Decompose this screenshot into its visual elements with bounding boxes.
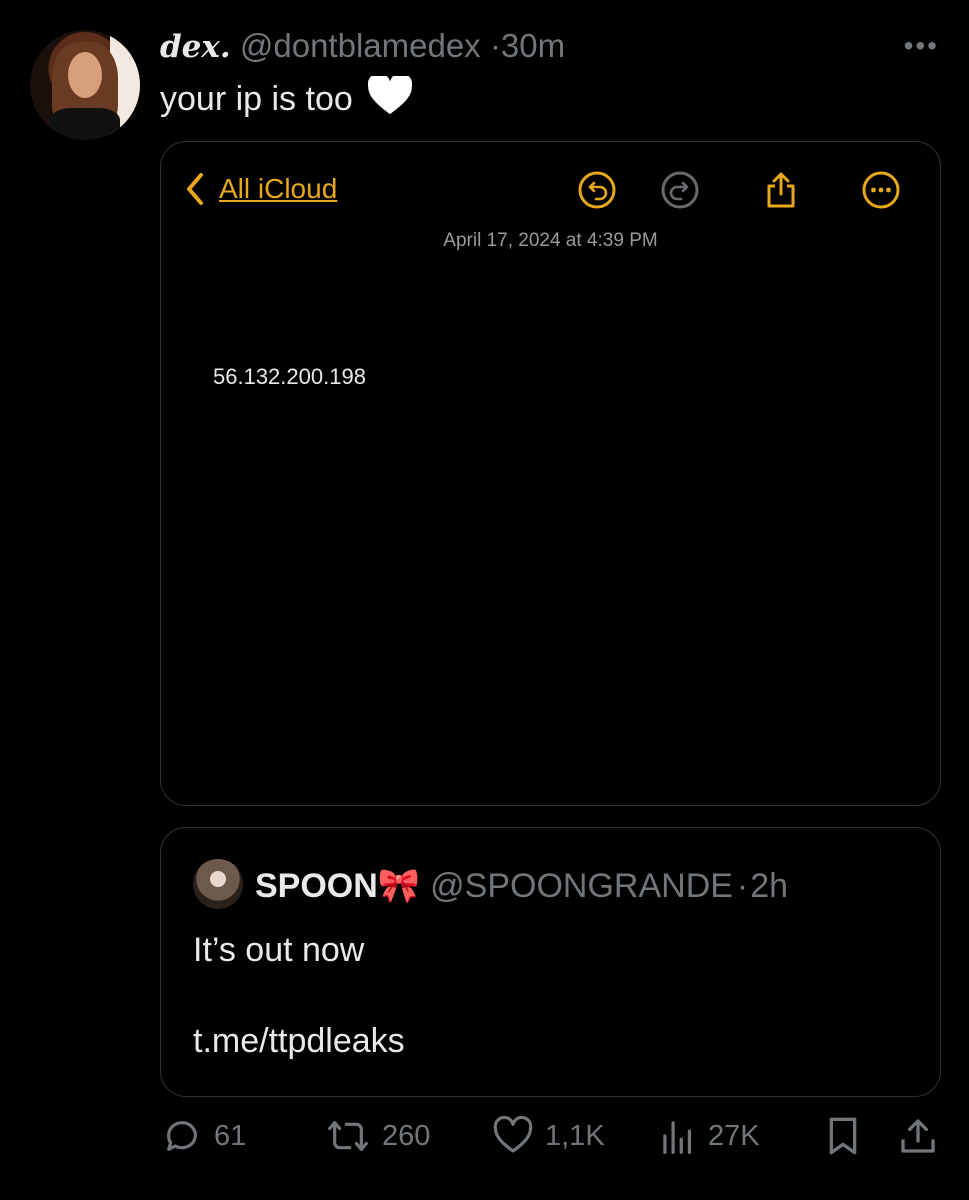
back-label: All iCloud: [219, 173, 338, 204]
tweet-header: dex. @dontblamedex ·30m: [160, 26, 565, 67]
bookmark-icon: [829, 1117, 857, 1155]
more-options-icon[interactable]: •••: [904, 30, 939, 62]
views-button[interactable]: 27K: [660, 1116, 760, 1156]
share-icon: [901, 1119, 935, 1153]
view-count: 27K: [708, 1119, 760, 1152]
bookmark-button[interactable]: [825, 1116, 873, 1156]
quoted-time: 2h: [750, 867, 789, 905]
note-date: April 17, 2024 at 4:39 PM: [443, 230, 658, 251]
retweet-count: 260: [382, 1119, 431, 1152]
heart-icon: [493, 1116, 533, 1153]
like-button[interactable]: 1,1K: [493, 1116, 605, 1156]
share-icon[interactable]: [761, 170, 801, 210]
quoted-header: SPOON🎀 @SPOONGRANDE ·2h: [255, 866, 788, 906]
quoted-display-name: SPOON🎀: [255, 867, 421, 905]
tweet-time[interactable]: 30m: [501, 27, 565, 64]
note-text: 56.132.200.198: [213, 364, 366, 389]
reply-icon: [167, 1121, 197, 1151]
quoted-tweet[interactable]: SPOON🎀 @SPOONGRANDE ·2h It’s out now t.me/…: [160, 827, 941, 1097]
display-name[interactable]: dex.: [160, 29, 231, 65]
media-image[interactable]: All iCloud April 17, 2024 at 4:39 PM 56.…: [160, 141, 941, 806]
more-circle-icon[interactable]: [861, 170, 901, 210]
white-heart-icon: [368, 72, 413, 127]
share-button[interactable]: [898, 1116, 950, 1156]
quoted-link[interactable]: t.me/ttpdleaks: [193, 1022, 405, 1061]
reply-button[interactable]: 61: [162, 1116, 246, 1156]
retweet-icon: [328, 1121, 368, 1151]
user-handle[interactable]: @dontblamedex: [240, 27, 481, 64]
reply-count: 61: [214, 1119, 247, 1152]
avatar[interactable]: [30, 30, 140, 140]
tweet-body: your ip is too: [160, 80, 353, 118]
quoted-avatar[interactable]: [193, 859, 243, 909]
separator: ·: [489, 27, 501, 64]
chevron-left-icon: [187, 173, 203, 205]
quoted-handle: @SPOONGRANDE: [430, 867, 733, 905]
views-icon: [663, 1121, 692, 1154]
quoted-separator: ·: [736, 867, 749, 905]
back-button[interactable]: All iCloud: [185, 172, 337, 206]
undo-icon[interactable]: [577, 170, 617, 210]
tweet-text: your ip is too: [160, 72, 413, 127]
redo-icon[interactable]: [660, 170, 700, 210]
quoted-text: It’s out now: [193, 931, 365, 969]
retweet-button[interactable]: 260: [326, 1116, 430, 1156]
like-count: 1,1K: [545, 1119, 605, 1152]
